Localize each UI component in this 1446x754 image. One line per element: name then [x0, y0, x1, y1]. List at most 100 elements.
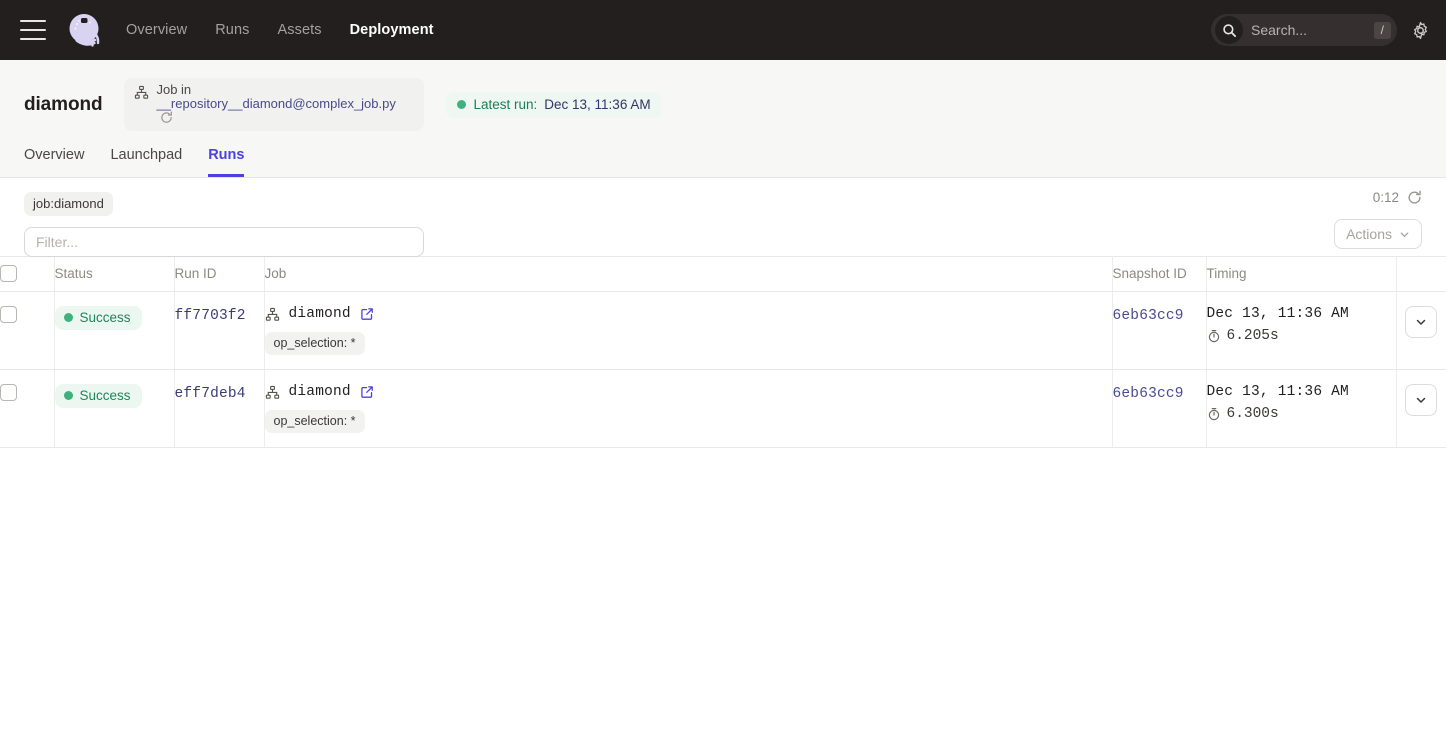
op-selection-tag[interactable]: op_selection: * — [265, 410, 365, 433]
runs-table-header: Status Run ID Job Snapshot ID Timing — [0, 257, 1446, 292]
tab-overview[interactable]: Overview — [24, 146, 84, 177]
row-actions-cell — [1396, 292, 1446, 370]
latest-run-badge[interactable]: Latest run: Dec 13, 11:36 AM — [446, 92, 661, 118]
success-dot-icon — [64, 313, 73, 322]
select-all-header — [0, 257, 54, 292]
primary-nav-links: Overview Runs Assets Deployment — [126, 23, 434, 38]
gear-icon[interactable] — [1411, 21, 1430, 40]
row-job-cell: diamond op_selection: * — [264, 370, 1112, 448]
external-link-icon[interactable] — [360, 307, 374, 321]
stopwatch-icon — [1207, 329, 1221, 343]
dagster-logo[interactable] — [64, 10, 104, 50]
tab-runs[interactable]: Runs — [208, 146, 244, 177]
column-header-snapshot-id[interactable]: Snapshot ID — [1112, 257, 1206, 292]
row-actions-cell — [1396, 370, 1446, 448]
external-link-icon[interactable] — [360, 385, 374, 399]
snapshot-id-link[interactable]: 6eb63cc9 — [1113, 308, 1184, 324]
job-name-link[interactable]: diamond — [289, 384, 351, 400]
refresh-icon[interactable] — [1407, 190, 1422, 205]
job-name-line: diamond — [265, 384, 1112, 400]
run-duration-value: 6.205s — [1227, 328, 1279, 344]
column-header-actions — [1396, 257, 1446, 292]
op-selection-tag[interactable]: op_selection: * — [265, 332, 365, 355]
status-badge[interactable]: Success — [55, 306, 142, 330]
status-badge-label: Success — [80, 310, 131, 325]
page-tabs: Overview Launchpad Runs — [0, 146, 268, 177]
job-chip-prefix: Job in — [156, 82, 191, 97]
run-start-time: Dec 13, 11:36 AM — [1207, 306, 1396, 322]
refresh-countdown-group: 0:12 — [1373, 190, 1422, 205]
run-duration-value: 6.300s — [1227, 406, 1279, 422]
snapshot-id-link[interactable]: 6eb63cc9 — [1113, 386, 1184, 402]
status-badge-label: Success — [80, 388, 131, 403]
column-header-job[interactable]: Job — [264, 257, 1112, 292]
row-timing-cell: Dec 13, 11:36 AM 6.205s — [1206, 292, 1396, 370]
runs-table-body: Success ff7703f2 diamond — [0, 292, 1446, 448]
tab-launchpad[interactable]: Launchpad — [110, 146, 182, 177]
actions-button-label: Actions — [1346, 226, 1392, 242]
row-menu-button[interactable] — [1405, 306, 1437, 338]
run-duration-line: 6.300s — [1207, 406, 1396, 422]
row-snapshot-cell: 6eb63cc9 — [1112, 370, 1206, 448]
search-shortcut-badge: / — [1374, 22, 1391, 39]
row-job-cell: diamond op_selection: * — [264, 292, 1112, 370]
row-status-cell: Success — [54, 370, 174, 448]
nav-link-deployment[interactable]: Deployment — [350, 23, 434, 38]
job-graph-icon — [265, 307, 280, 322]
actions-button[interactable]: Actions — [1334, 219, 1422, 249]
success-dot-icon — [64, 391, 73, 400]
chevron-down-icon — [1399, 229, 1410, 240]
row-checkbox[interactable] — [0, 306, 17, 323]
nav-link-overview[interactable]: Overview — [126, 23, 187, 38]
column-header-status[interactable]: Status — [54, 257, 174, 292]
hamburger-menu-icon[interactable] — [20, 20, 46, 40]
job-name-link[interactable]: diamond — [289, 306, 351, 322]
column-header-timing[interactable]: Timing — [1206, 257, 1396, 292]
chevron-down-icon — [1415, 316, 1427, 328]
chevron-down-icon — [1415, 394, 1427, 406]
page-title: diamond — [24, 94, 102, 116]
green-dot-icon — [457, 100, 466, 109]
row-checkbox[interactable] — [0, 384, 17, 401]
row-timing-cell: Dec 13, 11:36 AM 6.300s — [1206, 370, 1396, 448]
run-id-link[interactable]: eff7deb4 — [175, 386, 246, 402]
page-header: diamond Job in __repository__diamond@com… — [0, 60, 1446, 178]
filter-input[interactable] — [24, 227, 424, 257]
job-name-line: diamond — [265, 306, 1112, 322]
runs-table: Status Run ID Job Snapshot ID Timing Suc… — [0, 256, 1446, 448]
row-run-id-cell: eff7deb4 — [174, 370, 264, 448]
reload-icon[interactable] — [160, 111, 173, 124]
table-row[interactable]: Success eff7deb4 diamond — [0, 370, 1446, 448]
refresh-countdown: 0:12 — [1373, 190, 1399, 205]
job-graph-icon — [265, 385, 280, 400]
nav-link-runs[interactable]: Runs — [215, 23, 249, 38]
row-status-cell: Success — [54, 292, 174, 370]
table-header-row: Status Run ID Job Snapshot ID Timing — [0, 257, 1446, 292]
row-select-cell — [0, 292, 54, 370]
latest-run-time[interactable]: Dec 13, 11:36 AM — [544, 97, 650, 112]
status-badge[interactable]: Success — [55, 384, 142, 408]
stopwatch-icon — [1207, 407, 1221, 421]
select-all-checkbox[interactable] — [0, 265, 17, 282]
job-graph-icon — [134, 85, 149, 105]
job-repository-chip[interactable]: Job in __repository__diamond@complex_job… — [124, 78, 424, 131]
table-row[interactable]: Success ff7703f2 diamond — [0, 292, 1446, 370]
search-placeholder-text: Search... — [1251, 22, 1374, 38]
nav-right-group: Search... / — [1211, 0, 1430, 60]
row-select-cell — [0, 370, 54, 448]
run-id-link[interactable]: ff7703f2 — [175, 308, 246, 324]
global-search-box[interactable]: Search... / — [1211, 14, 1397, 46]
job-chip-repository[interactable]: __repository__diamond@complex_job.py — [156, 96, 395, 111]
row-menu-button[interactable] — [1405, 384, 1437, 416]
row-run-id-cell: ff7703f2 — [174, 292, 264, 370]
latest-run-label: Latest run: — [473, 97, 537, 112]
nav-link-assets[interactable]: Assets — [277, 23, 321, 38]
job-chip-text: Job in __repository__diamond@complex_job… — [156, 83, 414, 125]
top-navigation-bar: Overview Runs Assets Deployment Search..… — [0, 0, 1446, 60]
run-start-time: Dec 13, 11:36 AM — [1207, 384, 1396, 400]
run-duration-line: 6.205s — [1207, 328, 1396, 344]
active-filter-tag[interactable]: job:diamond — [24, 192, 113, 216]
column-header-run-id[interactable]: Run ID — [174, 257, 264, 292]
filter-bar: job:diamond 0:12 Actions — [0, 178, 1446, 256]
row-snapshot-cell: 6eb63cc9 — [1112, 292, 1206, 370]
